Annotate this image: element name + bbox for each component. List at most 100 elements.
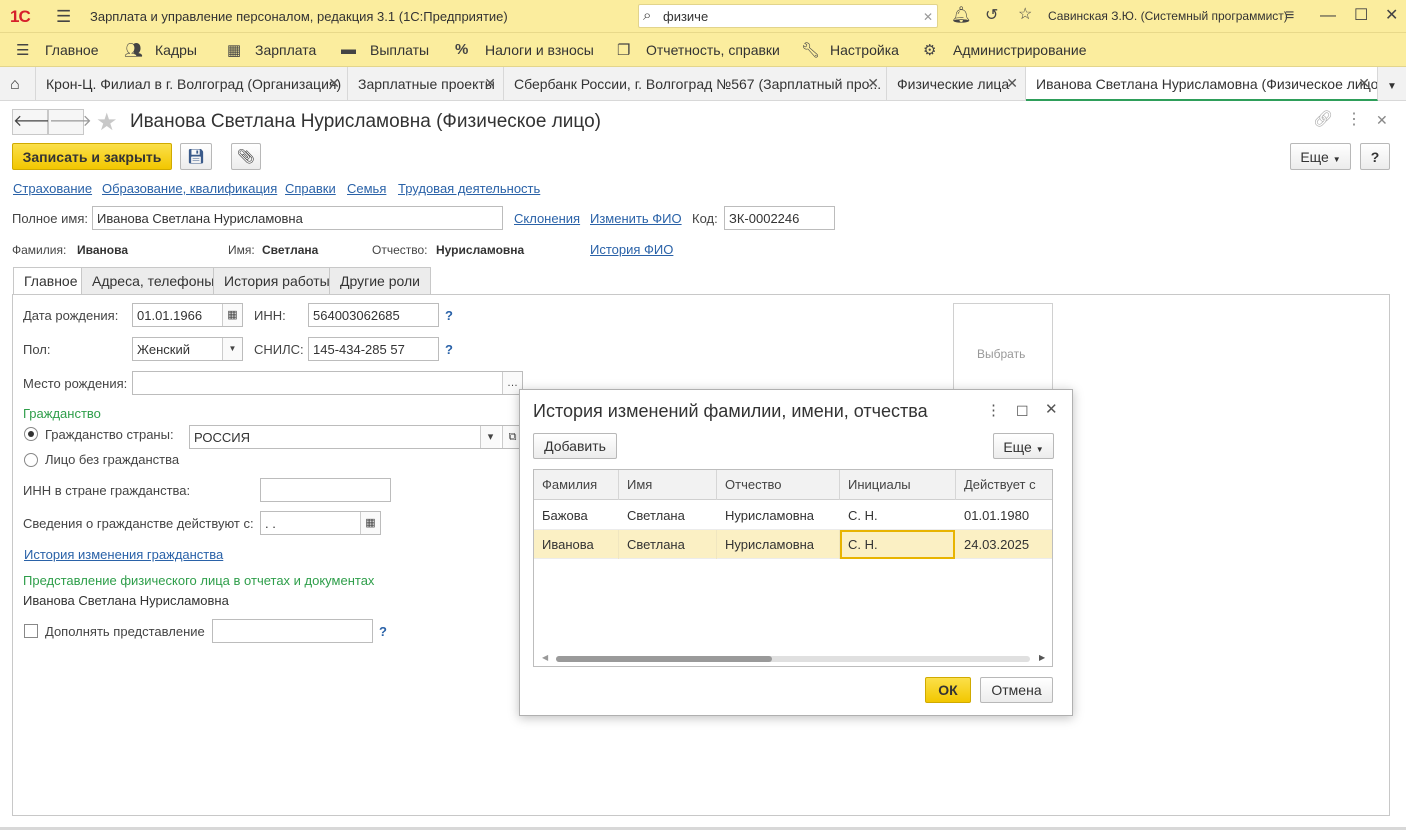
inn-help-icon[interactable]: ?: [445, 308, 453, 323]
supplement-help-icon[interactable]: ?: [379, 624, 387, 639]
stateless-radio[interactable]: [24, 453, 38, 467]
cell-surname[interactable]: Бажова: [534, 501, 619, 530]
more-button[interactable]: Еще ▼: [1290, 143, 1351, 170]
link-insurance[interactable]: Страхование: [13, 181, 92, 196]
cell-initials[interactable]: С. Н.: [840, 501, 956, 530]
photo-placeholder[interactable]: Выбрать: [953, 303, 1053, 403]
subtab-work-history[interactable]: История работы: [213, 267, 341, 295]
current-user[interactable]: Савинская З.Ю. (Системный программист): [1048, 9, 1288, 23]
menu-personnel[interactable]: Кадры: [155, 42, 197, 58]
cell-valid-from[interactable]: 01.01.1980: [956, 501, 1052, 530]
link-icon[interactable]: 🔗︎: [1313, 112, 1333, 128]
tabs-dropdown[interactable]: ▼: [1378, 67, 1406, 101]
favorite-star-icon[interactable]: ★: [96, 108, 118, 137]
link-education[interactable]: Образование, квалификация: [102, 181, 277, 196]
close-tab-icon[interactable]: ✕: [328, 75, 340, 92]
back-button[interactable]: 🡐: [12, 109, 56, 135]
scrollbar-thumb[interactable]: [556, 656, 772, 662]
gender-select[interactable]: Женский ▼: [132, 337, 243, 361]
maximize-icon[interactable]: ☐: [1354, 8, 1368, 24]
save-button[interactable]: 💾︎: [180, 143, 212, 170]
help-button[interactable]: ?: [1360, 143, 1390, 170]
tab-current-person[interactable]: Иванова Светлана Нурисламовна (Физическо…: [1026, 67, 1378, 101]
dialog-more-icon[interactable]: ⋮: [986, 403, 1001, 419]
cell-name[interactable]: Светлана: [619, 530, 717, 559]
foreign-inn-field[interactable]: [260, 478, 391, 502]
close-tab-icon[interactable]: ✕: [484, 75, 496, 92]
horizontal-scrollbar[interactable]: [556, 656, 1030, 662]
tab-organization[interactable]: Крон-Ц. Филиал в г. Волгоград (Организац…: [36, 67, 348, 101]
cell-name[interactable]: Светлана: [619, 501, 717, 530]
inn-field[interactable]: 564003062685: [308, 303, 439, 327]
search-input[interactable]: [663, 8, 913, 24]
table-row-selected[interactable]: Иванова Светлана Нурисламовна С. Н. 24.0…: [534, 530, 1052, 559]
snils-help-icon[interactable]: ?: [445, 342, 453, 357]
menu-taxes[interactable]: Налоги и взносы: [485, 42, 594, 58]
close-form-icon[interactable]: ✕: [1376, 112, 1388, 128]
menu-payments[interactable]: Выплаты: [370, 42, 429, 58]
attach-button[interactable]: 📎︎: [231, 143, 261, 170]
col-surname[interactable]: Фамилия: [534, 470, 619, 500]
close-window-icon[interactable]: ✕: [1385, 8, 1398, 24]
hamburger-icon[interactable]: ☰: [56, 8, 71, 25]
dialog-close-icon[interactable]: ✕: [1045, 402, 1058, 418]
menu-settings[interactable]: Настройка: [830, 42, 899, 58]
subtab-addresses[interactable]: Адреса, телефоны: [81, 267, 226, 295]
snils-field[interactable]: 145-434-285 57: [308, 337, 439, 361]
dialog-more-button[interactable]: Еще ▼: [993, 433, 1054, 459]
supplement-checkbox[interactable]: [24, 624, 38, 638]
menu-administration[interactable]: Администрирование: [953, 42, 1087, 58]
fio-history-link[interactable]: История ФИО: [590, 242, 673, 257]
full-name-field[interactable]: Иванова Светлана Нурисламовна: [92, 206, 503, 230]
bell-icon[interactable]: 🔔︎: [951, 8, 971, 24]
close-tab-icon[interactable]: ✕: [1358, 75, 1370, 92]
add-button[interactable]: Добавить: [533, 433, 617, 459]
scroll-right-icon[interactable]: ▶: [1039, 653, 1045, 662]
save-and-close-button[interactable]: Записать и закрыть: [12, 143, 172, 170]
subtab-other-roles[interactable]: Другие роли: [329, 267, 431, 295]
cell-patronymic[interactable]: Нурисламовна: [717, 530, 840, 559]
citizenship-history-link[interactable]: История изменения гражданства: [24, 547, 223, 562]
citizenship-since-field[interactable]: . . ▦: [260, 511, 381, 535]
menu-main[interactable]: Главное: [45, 42, 99, 58]
tab-individuals[interactable]: Физические лица ✕: [887, 67, 1026, 101]
col-patronymic[interactable]: Отчество: [717, 470, 840, 500]
cell-initials-focused[interactable]: С. Н.: [840, 530, 955, 559]
birth-place-field[interactable]: …: [132, 371, 523, 395]
birth-date-field[interactable]: 01.01.1966 ▦: [132, 303, 243, 327]
cell-patronymic[interactable]: Нурисламовна: [717, 501, 840, 530]
ok-button[interactable]: ОК: [925, 677, 971, 703]
forward-button[interactable]: 🡒: [48, 109, 92, 135]
home-tab[interactable]: ⌂: [0, 67, 36, 101]
close-tab-icon[interactable]: ✕: [1006, 75, 1018, 92]
calendar-icon[interactable]: ▦: [360, 512, 380, 534]
calendar-icon[interactable]: ▦: [222, 304, 242, 326]
menu-reports[interactable]: Отчетность, справки: [646, 42, 780, 58]
settings-menu-icon[interactable]: ≡: [1285, 8, 1294, 24]
cell-valid-from[interactable]: 24.03.2025: [956, 530, 1052, 559]
declensions-link[interactable]: Склонения: [514, 211, 580, 226]
chevron-down-icon[interactable]: ▼: [222, 338, 242, 360]
link-certificates[interactable]: Справки: [285, 181, 336, 196]
citizenship-country-radio[interactable]: [24, 427, 38, 441]
citizenship-country-select[interactable]: РОССИЯ ▾ ⧉: [189, 425, 523, 449]
col-name[interactable]: Имя: [619, 470, 717, 500]
link-family[interactable]: Семья: [347, 181, 386, 196]
col-valid-from[interactable]: Действует с: [956, 470, 1052, 500]
history-icon[interactable]: ↺: [985, 8, 998, 24]
col-initials[interactable]: Инициалы: [840, 470, 956, 500]
tab-sberbank[interactable]: Сбербанк России, г. Волгоград №567 (Зарп…: [504, 67, 887, 101]
change-fio-link[interactable]: Изменить ФИО: [590, 211, 682, 226]
cancel-button[interactable]: Отмена: [980, 677, 1053, 703]
fio-history-table[interactable]: Фамилия Имя Отчество Инициалы Действует …: [533, 469, 1053, 667]
link-labor-activity[interactable]: Трудовая деятельность: [398, 181, 540, 196]
search-box[interactable]: ⌕ ✕: [638, 4, 938, 28]
close-tab-icon[interactable]: ✕: [867, 75, 879, 92]
scroll-left-icon[interactable]: ◀: [542, 653, 548, 662]
tab-salary-projects[interactable]: Зарплатные проекты ✕: [348, 67, 504, 101]
supplement-field[interactable]: [212, 619, 373, 643]
cell-surname[interactable]: Иванова: [534, 530, 619, 559]
dialog-maximize-icon[interactable]: ☐: [1016, 403, 1029, 419]
table-row[interactable]: Бажова Светлана Нурисламовна С. Н. 01.01…: [534, 501, 1052, 530]
favorites-star-icon[interactable]: ☆: [1018, 7, 1032, 23]
